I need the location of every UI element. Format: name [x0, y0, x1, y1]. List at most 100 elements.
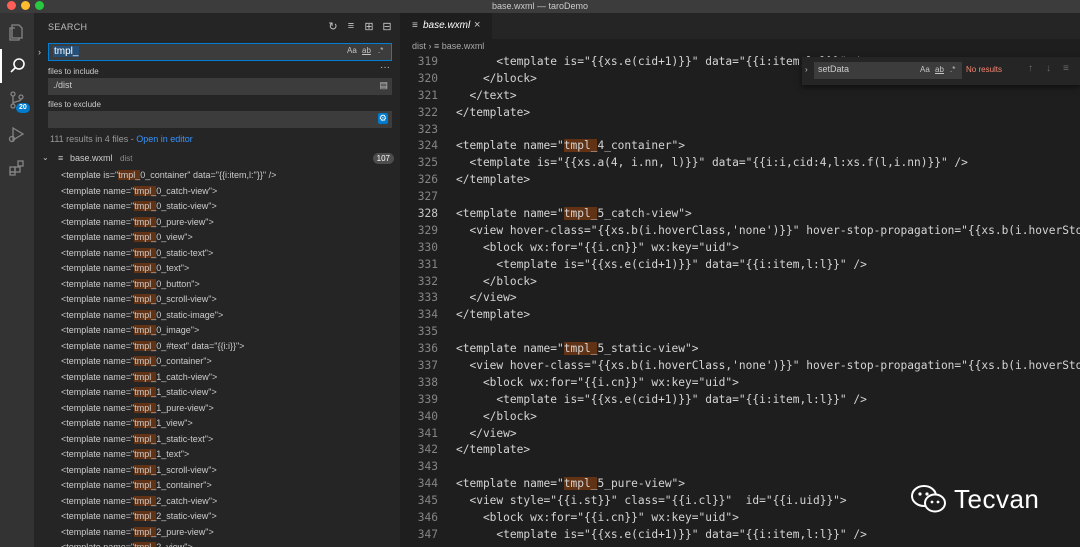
- breadcrumb-item[interactable]: base.wxml: [442, 41, 485, 51]
- result-match-highlight: tmpl_: [134, 263, 157, 273]
- search-result-item[interactable]: <template name="tmpl_1_pure-view">: [61, 401, 391, 417]
- code-line[interactable]: 338 <block wx:for="{{i.cn}}" wx:key="uid…: [400, 375, 1080, 392]
- code-line[interactable]: 342 </template>: [400, 442, 1080, 459]
- code-line[interactable]: 343: [400, 459, 1080, 476]
- extensions-icon[interactable]: [0, 151, 34, 185]
- find-in-selection-icon[interactable]: ≡: [1063, 63, 1069, 74]
- search-input[interactable]: tmpl_ Aa ab .*: [48, 43, 392, 61]
- search-result-item[interactable]: <template name="tmpl_0_text">: [61, 261, 391, 277]
- result-text-after: 1_view">: [156, 418, 193, 428]
- refresh-icon[interactable]: ↻: [326, 19, 340, 33]
- search-result-item[interactable]: <template name="tmpl_2_view">: [61, 540, 391, 547]
- search-result-item[interactable]: <template name="tmpl_0_static-image">: [61, 308, 391, 324]
- breadcrumb-item[interactable]: dist: [412, 41, 426, 51]
- search-result-item[interactable]: <template name="tmpl_0_image">: [61, 323, 391, 339]
- search-result-item[interactable]: <template name="tmpl_1_catch-view">: [61, 370, 391, 386]
- open-editors-only-icon[interactable]: ▤: [379, 80, 388, 91]
- search-result-item[interactable]: <template name="tmpl_0_button">: [61, 277, 391, 293]
- close-icon[interactable]: ×: [474, 19, 480, 31]
- search-result-item[interactable]: <template name="tmpl_1_container">: [61, 478, 391, 494]
- search-result-item[interactable]: <template name="tmpl_0_container">: [61, 354, 391, 370]
- code-line[interactable]: 331 <template is="{{xs.e(cid+1)}}" data=…: [400, 257, 1080, 274]
- code-line[interactable]: 336 <template name="tmpl_5_static-view">: [400, 341, 1080, 358]
- search-result-item[interactable]: <template name="tmpl_0_static-text">: [61, 246, 391, 262]
- toggle-replace-chevron-icon[interactable]: ›: [805, 65, 808, 74]
- result-match-highlight: tmpl_: [134, 418, 157, 428]
- result-match-highlight: tmpl_: [134, 402, 157, 413]
- result-text-before: <template name=": [61, 542, 135, 547]
- explorer-icon[interactable]: [0, 15, 34, 49]
- search-result-item[interactable]: <template name="tmpl_0_#text" data="{{i:…: [61, 339, 391, 355]
- code-line[interactable]: 329 <view hover-class="{{xs.b(i.hoverCla…: [400, 223, 1080, 240]
- code-line[interactable]: 334 </template>: [400, 307, 1080, 324]
- search-result-item[interactable]: <template name="tmpl_2_catch-view">: [61, 494, 391, 510]
- code-line[interactable]: 347 <template is="{{xs.e(cid+1)}}" data=…: [400, 527, 1080, 544]
- search-result-item[interactable]: <template is="tmpl_0_container" data="{{…: [61, 168, 391, 184]
- code-text: <view hover-class="{{xs.b(i.hoverClass,'…: [456, 358, 1080, 375]
- code-line[interactable]: 339 <template is="{{xs.e(cid+1)}}" data=…: [400, 392, 1080, 409]
- open-in-editor-link[interactable]: Open in editor: [136, 134, 193, 144]
- regex-icon[interactable]: .*: [950, 65, 955, 74]
- match-whole-word-icon[interactable]: ab: [362, 46, 371, 55]
- tab-base-wxml[interactable]: ≡ base.wxml ×: [400, 13, 492, 39]
- result-match-highlight: tmpl_: [134, 216, 157, 227]
- result-file-row[interactable]: ⌄ ≡ base.wxml dist 107: [42, 153, 394, 166]
- toggle-replace-chevron-icon[interactable]: ›: [38, 47, 41, 57]
- result-text-after: 1_static-text">: [156, 433, 214, 444]
- code-line[interactable]: 323: [400, 122, 1080, 139]
- clear-results-icon[interactable]: ≡: [344, 19, 358, 33]
- exclude-input[interactable]: ⚙: [48, 111, 392, 128]
- search-result-item[interactable]: <template name="tmpl_1_static-text">: [61, 432, 391, 448]
- code-line[interactable]: 341 </view>: [400, 426, 1080, 443]
- search-result-item[interactable]: <template name="tmpl_0_static-view">: [61, 199, 391, 215]
- include-input[interactable]: ./dist ▤: [48, 78, 392, 95]
- regex-icon[interactable]: .*: [378, 46, 383, 55]
- search-icon[interactable]: [0, 49, 34, 83]
- match-case-icon[interactable]: Aa: [920, 65, 930, 74]
- search-result-item[interactable]: <template name="tmpl_1_static-view">: [61, 385, 391, 401]
- code-line[interactable]: 340 </block>: [400, 409, 1080, 426]
- find-input[interactable]: setData Aa ab .*: [814, 62, 962, 79]
- line-number: 345: [417, 494, 438, 508]
- use-exclude-settings-icon[interactable]: ⚙: [377, 113, 388, 124]
- search-result-item[interactable]: <template name="tmpl_1_scroll-view">: [61, 463, 391, 479]
- code-line[interactable]: 325 <template is="{{xs.a(4, i.nn, l)}}" …: [400, 155, 1080, 172]
- search-result-item[interactable]: <template name="tmpl_2_pure-view">: [61, 525, 391, 541]
- chevron-down-icon[interactable]: ⌄: [42, 153, 49, 162]
- code-text: <view style="{{i.st}}" class="{{i.cl}}" …: [456, 493, 846, 510]
- collapse-all-icon[interactable]: ⊟: [380, 19, 394, 33]
- search-result-item[interactable]: <template name="tmpl_0_view">: [61, 230, 391, 246]
- previous-match-icon[interactable]: ↑: [1028, 63, 1033, 74]
- code-line[interactable]: 326 </template>: [400, 172, 1080, 189]
- code-line[interactable]: 321 </text>: [400, 88, 1080, 105]
- run-debug-icon[interactable]: [0, 117, 34, 151]
- code-line[interactable]: 324 <template name="tmpl_4_container">: [400, 138, 1080, 155]
- new-search-editor-icon[interactable]: ⊞: [362, 19, 376, 33]
- code-line[interactable]: 330 <block wx:for="{{i.cn}}" wx:key="uid…: [400, 240, 1080, 257]
- search-result-item[interactable]: <template name="tmpl_1_view">: [61, 416, 391, 432]
- result-text-after: 0_container">: [156, 356, 212, 366]
- code-area[interactable]: 319 <template is="{{xs.e(cid+1)}}" data=…: [400, 54, 1080, 544]
- line-number: 340: [417, 409, 438, 423]
- search-result-item[interactable]: <template name="tmpl_0_pure-view">: [61, 215, 391, 231]
- code-line[interactable]: 328 <template name="tmpl_5_catch-view">: [400, 206, 1080, 223]
- search-result-item[interactable]: <template name="tmpl_2_static-view">: [61, 509, 391, 525]
- next-match-icon[interactable]: ↓: [1046, 63, 1051, 74]
- search-result-item[interactable]: <template name="tmpl_0_scroll-view">: [61, 292, 391, 308]
- code-text: <block wx:for="{{i.cn}}" wx:key="uid">: [456, 375, 739, 392]
- code-line[interactable]: 322 </template>: [400, 105, 1080, 122]
- match-case-icon[interactable]: Aa: [347, 46, 357, 55]
- search-result-item[interactable]: <template name="tmpl_0_catch-view">: [61, 184, 391, 200]
- result-text-after: 0_static-image">: [156, 309, 224, 320]
- source-control-icon[interactable]: 20: [0, 83, 34, 117]
- result-match-highlight: tmpl_: [134, 542, 157, 547]
- code-line[interactable]: 327: [400, 189, 1080, 206]
- code-line[interactable]: 337 <view hover-class="{{xs.b(i.hoverCla…: [400, 358, 1080, 375]
- code-line[interactable]: 335: [400, 324, 1080, 341]
- code-line[interactable]: 332 </block>: [400, 274, 1080, 291]
- window-title: base.wxml — taroDemo: [491, 1, 589, 11]
- code-line[interactable]: 333 </view>: [400, 290, 1080, 307]
- match-whole-word-icon[interactable]: ab: [935, 65, 944, 74]
- search-result-item[interactable]: <template name="tmpl_1_text">: [61, 447, 391, 463]
- more-options-icon[interactable]: ···: [380, 62, 390, 73]
